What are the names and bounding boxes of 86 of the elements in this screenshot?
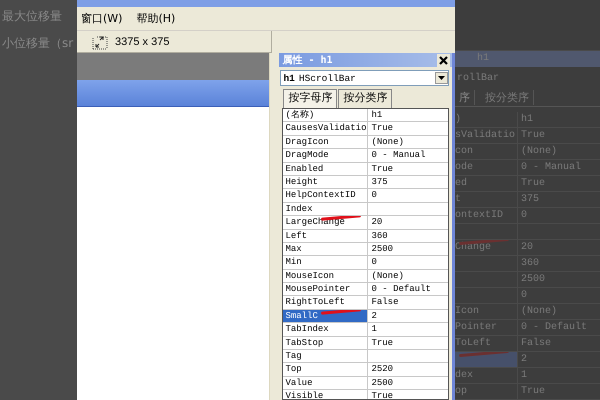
property-value[interactable]: True [368, 336, 448, 350]
property-value[interactable]: 375 [368, 176, 448, 188]
backdrop-text: op [455, 386, 468, 397]
property-name[interactable]: SmallC [283, 310, 368, 322]
tab[interactable]: 按分类序 [338, 89, 392, 108]
backdrop-text: t [455, 194, 462, 205]
property-name[interactable]: MouseIcon [283, 270, 368, 282]
backdrop-text: 0 [521, 290, 528, 301]
property-name[interactable]: Index [283, 202, 368, 216]
property-name[interactable]: Height [283, 176, 368, 188]
backdrop-text: True [521, 130, 546, 141]
backdrop-text: rollBar [457, 72, 500, 84]
property-value[interactable]: (None) [368, 136, 448, 148]
property-name[interactable]: Value [283, 376, 368, 390]
backdrop-text: ) [455, 114, 462, 125]
backdrop-text: 小位移量（sr [2, 36, 74, 51]
property-value[interactable]: 0 - Manual [368, 149, 448, 162]
property-value[interactable]: 2520 [368, 363, 448, 376]
property-value[interactable]: True [368, 162, 448, 175]
property-value[interactable]: 2500 [368, 376, 448, 390]
backdrop-text: 0 [521, 210, 528, 221]
backdrop-text: 360 [521, 258, 540, 269]
backdrop-text: dex [455, 370, 474, 381]
backdrop-text: 2 [521, 354, 528, 365]
object-dropdown[interactable]: h1 HScrollBar [280, 70, 449, 86]
property-name[interactable]: (名称) [283, 109, 368, 122]
property-name[interactable]: TabStop [283, 336, 368, 350]
backdrop-text: ode [455, 162, 474, 173]
property-name[interactable]: Min [283, 256, 368, 269]
backdrop-text: ontextID [455, 210, 504, 221]
size-readout: 3375 x 375 [115, 36, 170, 48]
property-value[interactable]: 20 [368, 216, 448, 229]
backdrop-text: 最大位移量 [2, 9, 63, 24]
backdrop-text: 0 - Default [521, 322, 588, 333]
property-name[interactable]: Left [283, 230, 368, 242]
backdrop-text: 375 [521, 194, 540, 205]
backdrop-text: h1 [521, 114, 534, 125]
property-name[interactable]: Enabled [283, 162, 368, 175]
property-value[interactable]: 360 [368, 230, 448, 242]
backdrop-text: Pointer [455, 322, 498, 333]
backdrop-text: False [521, 338, 552, 349]
menu-item[interactable]: 帮助(H) [136, 11, 176, 26]
backdrop-text: (None) [521, 306, 558, 317]
property-value[interactable]: 2 [368, 310, 448, 322]
backdrop-text: 按分类序 [481, 90, 534, 105]
property-name[interactable]: CausesValidatio [283, 122, 368, 135]
property-value[interactable]: True [368, 122, 448, 135]
backdrop-text: con [455, 146, 474, 157]
property-value[interactable]: (None) [368, 270, 448, 282]
property-name[interactable]: DragIcon [283, 136, 368, 148]
caret-icon [438, 76, 445, 80]
property-value[interactable]: 0 [368, 189, 448, 202]
size-icon [91, 34, 109, 50]
property-value[interactable]: 1 [368, 323, 448, 336]
property-name[interactable]: Tag [283, 350, 368, 362]
close-icon[interactable] [437, 54, 450, 66]
backdrop-text: 0 - Manual [521, 162, 582, 173]
property-name[interactable]: HelpContextID [283, 189, 368, 202]
property-name[interactable]: Visible [283, 390, 368, 399]
property-name[interactable]: DragMode [283, 149, 368, 162]
tab[interactable]: 按字母序 [283, 89, 338, 108]
property-name[interactable]: RightToLeft [283, 296, 368, 309]
property-value[interactable]: True [368, 390, 448, 399]
property-name[interactable]: TabIndex [283, 323, 368, 336]
backdrop-text: (None) [521, 146, 558, 157]
menu-item[interactable]: 窗口(W) [81, 11, 122, 26]
backdrop-text: sValidatio [455, 130, 516, 141]
property-value[interactable]: False [368, 296, 448, 309]
backdrop-text: True [521, 386, 546, 397]
backdrop-text: 2500 [521, 274, 546, 285]
backdrop-text: ToLeft [455, 338, 492, 349]
backdrop-text: True [521, 178, 546, 189]
backdrop-text: 序 [455, 90, 475, 105]
backdrop-text: 20 [521, 242, 534, 253]
property-value[interactable]: 2500 [368, 242, 448, 256]
property-name[interactable]: MousePointer [283, 283, 368, 296]
property-value[interactable]: h1 [368, 109, 448, 122]
backdrop-text: Icon [455, 306, 480, 317]
property-value[interactable]: 0 [368, 256, 448, 269]
property-name[interactable]: Max [283, 242, 368, 256]
backdrop-text: ed [455, 178, 468, 189]
backdrop-text: 1 [521, 370, 528, 381]
property-name[interactable]: Top [283, 363, 368, 376]
panel-title: 属性 - h1 [282, 54, 333, 67]
property-name[interactable]: LargeChange [283, 216, 368, 229]
property-value[interactable]: 0 - Default [368, 283, 448, 296]
